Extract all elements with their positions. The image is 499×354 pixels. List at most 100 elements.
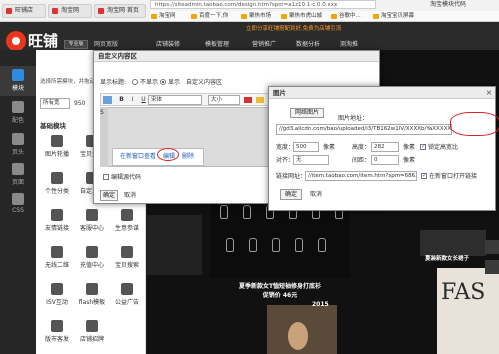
logo-icon xyxy=(6,31,26,51)
module-tile-label: 生意参谋 xyxy=(114,225,139,232)
browser-tab-label: 淘宝网 xyxy=(61,7,80,14)
close-icon[interactable]: × xyxy=(485,89,493,97)
open-new-window-link[interactable]: 在新窗口查看 xyxy=(120,152,156,161)
hanger-icon xyxy=(272,238,280,252)
bookmark-icon xyxy=(373,14,379,19)
sidebar-item-colors[interactable]: 配色 xyxy=(0,98,36,128)
custom-ok-button[interactable]: 确定 xyxy=(100,190,118,201)
open-new-window-checkbox[interactable] xyxy=(421,172,427,179)
bookmark-6[interactable]: 淘宝宝贝屏幕 xyxy=(372,12,424,21)
header-icon xyxy=(12,133,24,145)
sidebar-item-modules[interactable]: 模块 xyxy=(0,66,36,96)
edit-source-checkbox[interactable] xyxy=(103,174,109,180)
lock-ratio-label: 锁定高宽比 xyxy=(428,144,459,151)
lock-ratio-checkbox[interactable] xyxy=(420,143,426,150)
show-title-label: 显示标题: xyxy=(100,79,127,86)
image-ok-button[interactable]: 确定 xyxy=(280,189,302,200)
nav-ceshi[interactable]: 测淘推 xyxy=(340,40,358,49)
module-tile[interactable]: 无线二维 xyxy=(40,244,74,273)
bookmark-3[interactable]: 聚热市场 xyxy=(240,12,278,21)
module-tile[interactable]: 客服中心 xyxy=(75,207,109,236)
module-tile-label: ISV互动 xyxy=(46,299,68,306)
module-tile[interactable]: 公益广告 xyxy=(110,281,144,310)
sidebar-item-css[interactable]: CSS xyxy=(0,190,36,220)
browser-tab-3[interactable]: 淘宝网 首页 xyxy=(94,4,146,18)
width-label: 宽度： xyxy=(276,144,295,151)
side-tool-button[interactable] xyxy=(485,260,499,274)
bookmark-label: 聚热市虎山城 xyxy=(289,13,323,19)
height-input[interactable]: 282 xyxy=(371,142,399,152)
browser-tab-1[interactable]: 旺铺店 xyxy=(2,4,46,18)
image-address-label: 图片地址： xyxy=(338,115,369,122)
delete-link[interactable]: 删除 xyxy=(182,152,194,161)
hanger-icon xyxy=(243,205,251,219)
bookmark-1[interactable]: 淘宝网 xyxy=(150,12,188,21)
module-tile[interactable]: 宝贝搜索 xyxy=(110,244,144,273)
module-tile[interactable]: 生意参谋 xyxy=(110,207,144,236)
radio-hide-title[interactable] xyxy=(132,79,138,85)
bookmark-2[interactable]: 百度一下,你 xyxy=(190,12,238,21)
module-icon xyxy=(51,283,63,295)
width-select[interactable]: 所有宽 xyxy=(40,98,70,109)
sidebar-item-header[interactable]: 页头 xyxy=(0,130,36,160)
link-url-input[interactable]: //item.taobao.com/item.htm?spm=686.10 xyxy=(305,171,417,181)
radio-hide-label: 不显示 xyxy=(140,79,159,86)
module-icon xyxy=(121,283,133,295)
module-tile[interactable]: 店铺招牌 xyxy=(75,318,109,347)
module-tile[interactable]: 图片轮播 xyxy=(40,133,74,162)
width-input[interactable]: 500 xyxy=(293,142,319,152)
italic-button[interactable]: I xyxy=(128,95,137,104)
scroll-to-top-button[interactable] xyxy=(485,240,499,254)
nav-decorate[interactable]: 店铺装修 xyxy=(156,40,180,49)
editor-label: S xyxy=(100,109,104,116)
font-select[interactable]: 宋体 xyxy=(148,95,202,105)
browser-tab-label: 旺铺店 xyxy=(15,7,34,14)
module-tile-label: 充值中心 xyxy=(79,262,104,269)
image-cancel-button[interactable]: 取消 xyxy=(310,190,322,199)
bookmark-icon xyxy=(331,14,337,19)
url-field[interactable]: https://siteadmin.taobao.com/design.htm?… xyxy=(150,0,376,9)
module-tile[interactable]: ISV互动 xyxy=(40,281,74,310)
radio-show-title[interactable] xyxy=(160,79,166,85)
bold-button[interactable]: B xyxy=(117,95,126,104)
spacing-input[interactable]: 0 xyxy=(371,155,399,165)
bookmark-4[interactable]: 聚热市虎山城 xyxy=(280,12,328,21)
module-tile[interactable]: 充值中心 xyxy=(75,244,109,273)
module-icon xyxy=(51,320,63,332)
module-tile[interactable]: 个性分类 xyxy=(40,170,74,199)
bookmark-label: 淘宝网 xyxy=(159,13,176,19)
sidebar-item-pages[interactable]: 页面 xyxy=(0,160,36,190)
align-select[interactable]: 无 xyxy=(293,155,329,165)
page-icon xyxy=(12,163,24,175)
bookmark-5[interactable]: 谷歌中... xyxy=(330,12,370,21)
module-icon xyxy=(86,283,98,295)
underline-button[interactable]: U xyxy=(139,95,148,104)
tab-web-image[interactable]: 网络图片 xyxy=(290,108,324,118)
bookmark-label: 淘宝宝贝屏幕 xyxy=(381,13,415,19)
module-icon xyxy=(51,209,63,221)
model-face xyxy=(288,322,308,350)
module-tile[interactable]: 友情链接 xyxy=(40,207,74,236)
nav-marketing[interactable]: 营销推广 xyxy=(252,40,276,49)
size-select[interactable]: 大小 xyxy=(208,95,240,105)
nav-templates[interactable]: 模板管理 xyxy=(205,40,229,49)
nav-analytics[interactable]: 数据分析 xyxy=(296,40,320,49)
module-icon xyxy=(51,135,63,147)
module-tile-label: flash模板 xyxy=(78,299,106,306)
tab-favicon-icon xyxy=(52,8,58,14)
module-tile[interactable]: 版市客发 xyxy=(40,318,74,347)
module-tile[interactable]: flash模板 xyxy=(75,281,109,310)
sidebar-item-label: CSS xyxy=(12,207,24,214)
bookmark-icon xyxy=(151,14,157,19)
bookmark-label: 百度一下,你 xyxy=(199,13,229,19)
browser-tab-2[interactable]: 淘宝网 xyxy=(48,4,92,18)
module-tile-label: 店铺招牌 xyxy=(79,336,104,343)
radio-show-label: 显示 xyxy=(168,79,181,86)
image-address-input[interactable]: //gd3.alicdn.com/bao/uploaded/i3/TB162w1… xyxy=(276,124,452,135)
text-color-icon[interactable] xyxy=(244,97,252,103)
source-icon[interactable] xyxy=(103,96,112,104)
bg-color-icon[interactable] xyxy=(256,97,264,103)
image-dialog-title: 图片 xyxy=(269,87,495,99)
custom-cancel-button[interactable]: 取消 xyxy=(124,191,136,200)
version-badge: 专业版 xyxy=(64,40,88,49)
